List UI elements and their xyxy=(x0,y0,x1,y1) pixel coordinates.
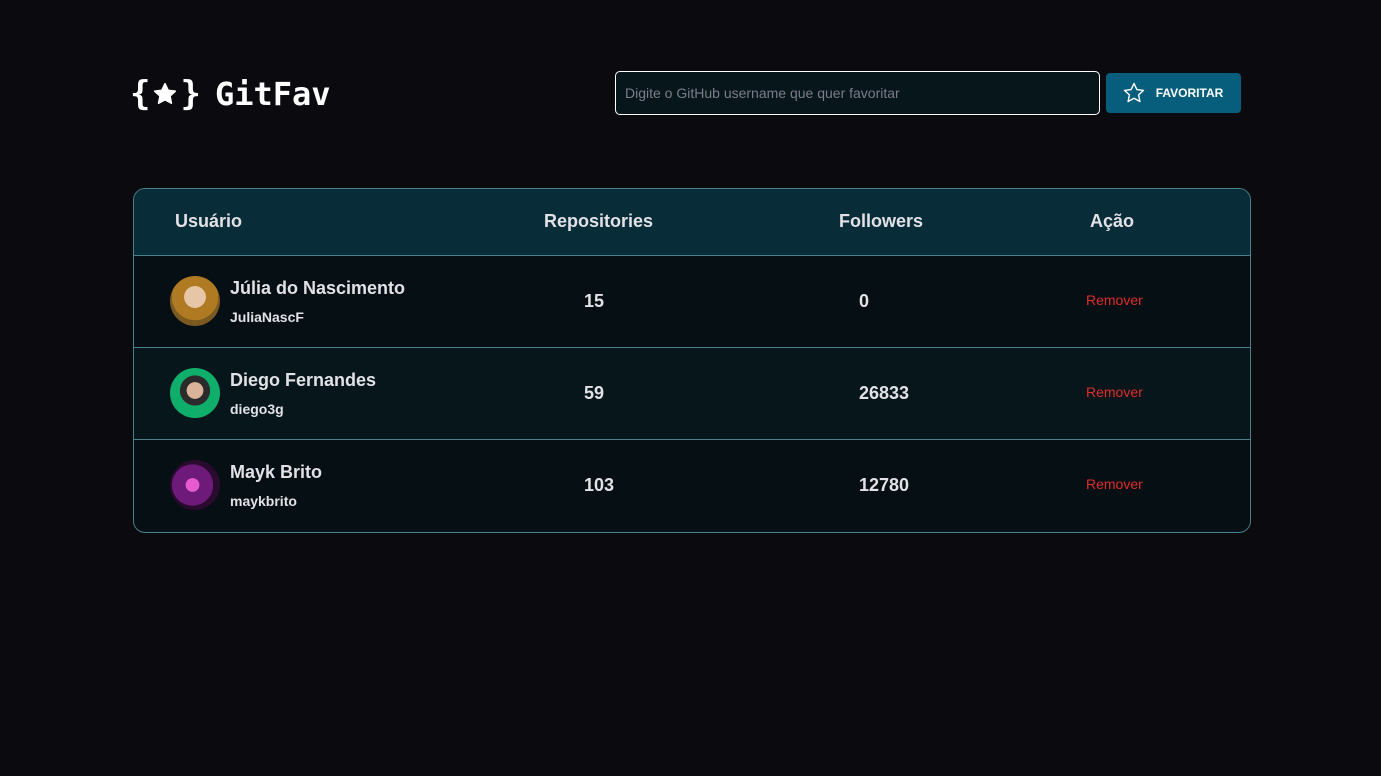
followers-count: 12780 xyxy=(859,474,910,495)
star-braces-icon: { } xyxy=(130,74,201,114)
user-login[interactable]: diego3g xyxy=(230,401,376,417)
favorite-button[interactable]: FAVORITAR xyxy=(1106,73,1241,113)
column-header-repositories: Repositories xyxy=(544,211,654,232)
column-header-action: Ação xyxy=(1090,211,1135,232)
user-cell: Diego Fernandes diego3g xyxy=(134,368,544,418)
user-name[interactable]: Júlia do Nascimento xyxy=(230,278,405,299)
column-header-followers: Followers xyxy=(839,211,924,232)
table-row: Diego Fernandes diego3g 59 26833 Remover xyxy=(134,347,1250,439)
user-login[interactable]: maykbrito xyxy=(230,493,322,509)
table-row: Júlia do Nascimento JuliaNascF 15 0 Remo… xyxy=(134,255,1250,347)
remove-button[interactable]: Remover xyxy=(1086,384,1143,400)
avatar[interactable] xyxy=(170,276,220,326)
user-name[interactable]: Mayk Brito xyxy=(230,462,322,483)
table-header-row: Usuário Repositories Followers Ação xyxy=(134,189,1250,255)
user-name[interactable]: Diego Fernandes xyxy=(230,370,376,391)
favorites-table: Usuário Repositories Followers Ação Júli… xyxy=(133,188,1251,533)
favorite-button-label: FAVORITAR xyxy=(1155,86,1224,100)
repositories-count: 15 xyxy=(584,290,605,311)
followers-count: 26833 xyxy=(859,382,910,403)
logo-text: GitFav xyxy=(214,75,331,113)
user-login[interactable]: JuliaNascF xyxy=(230,309,405,325)
app: { } GitFav FAVORITAR Usuár xyxy=(0,0,1381,776)
search-input[interactable] xyxy=(615,71,1100,115)
remove-button[interactable]: Remover xyxy=(1086,292,1143,308)
column-header-user: Usuário xyxy=(175,211,243,232)
table-row: Mayk Brito maykbrito 103 12780 Remover xyxy=(134,439,1250,531)
repositories-count: 103 xyxy=(584,474,615,495)
remove-button[interactable]: Remover xyxy=(1086,476,1143,492)
user-cell: Júlia do Nascimento JuliaNascF xyxy=(134,276,544,326)
followers-count: 0 xyxy=(859,290,870,311)
repositories-count: 59 xyxy=(584,382,605,403)
star-outline-icon xyxy=(1122,81,1146,105)
avatar[interactable] xyxy=(170,460,220,511)
logo: { } GitFav xyxy=(130,74,331,114)
avatar[interactable] xyxy=(170,368,220,418)
user-cell: Mayk Brito maykbrito xyxy=(134,460,544,511)
